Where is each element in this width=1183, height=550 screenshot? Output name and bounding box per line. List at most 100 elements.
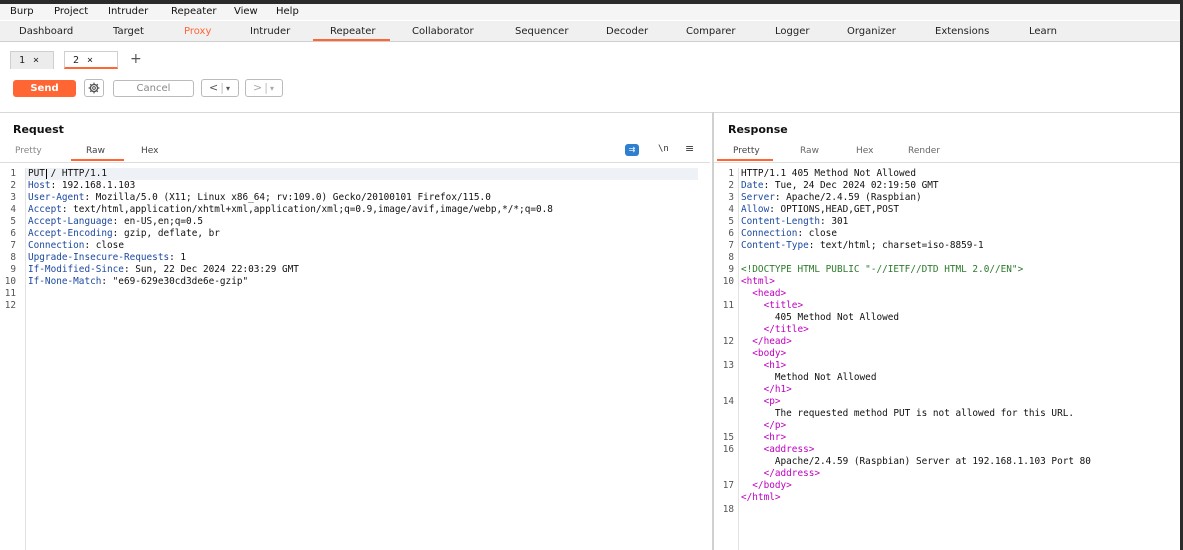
line-number <box>720 456 734 468</box>
line-number: 14 <box>722 396 734 407</box>
html-tag: <h1> <box>741 360 787 371</box>
wrap-icon[interactable]: ⇉ <box>625 144 639 156</box>
close-icon[interactable]: × <box>33 55 39 66</box>
response-text: : Tue, 24 Dec 2024 02:19:50 GMT <box>763 180 939 191</box>
html-tag: <p> <box>741 396 781 407</box>
line-number <box>720 312 734 324</box>
html-tag: <hr> <box>741 432 787 443</box>
menu-burp[interactable]: Burp <box>10 6 34 17</box>
header-name: Server <box>741 192 775 203</box>
response-line: HTTP/1.1 405 Method Not Allowed <box>741 168 916 180</box>
response-line: <p> <box>741 396 781 408</box>
line-number <box>720 324 734 336</box>
gear-icon[interactable] <box>84 79 104 97</box>
tab-logger[interactable]: Logger <box>775 26 809 37</box>
tab-organizer[interactable]: Organizer <box>847 26 896 37</box>
line-number: 11 <box>4 288 16 299</box>
header-value: : close <box>84 240 124 251</box>
response-line: Content-Length: 301 <box>741 216 848 228</box>
active-tab-indicator <box>313 39 390 41</box>
close-icon[interactable]: × <box>87 55 93 66</box>
send-button[interactable]: Send <box>13 80 76 97</box>
line-number: 3 <box>728 192 734 203</box>
subtab-2[interactable]: 2 × <box>64 51 118 69</box>
response-line: </html> <box>741 492 781 504</box>
response-line: Server: Apache/2.4.59 (Raspbian) <box>741 192 922 204</box>
menu-project[interactable]: Project <box>54 6 88 17</box>
menu-intruder[interactable]: Intruder <box>108 6 148 17</box>
line-number <box>720 288 734 300</box>
subtab-1[interactable]: 1 × <box>10 51 54 69</box>
chevron-down-icon[interactable]: ▾ <box>270 84 274 93</box>
request-line: Accept-Language: en-US,en;q=0.5 <box>28 216 203 228</box>
tab-collaborator[interactable]: Collaborator <box>412 26 474 37</box>
tab-repeater[interactable]: Repeater <box>330 26 375 37</box>
forward-arrow: > <box>253 81 263 94</box>
line-number: 2 <box>728 180 734 191</box>
tab-learn[interactable]: Learn <box>1029 26 1057 37</box>
header-value: : Mozilla/5.0 (X11; Linux x86_64; rv:109… <box>84 192 491 203</box>
response-line: <address> <box>741 444 815 456</box>
tab-comparer[interactable]: Comparer <box>686 26 735 37</box>
cancel-button[interactable]: Cancel <box>113 80 194 97</box>
tab-intruder[interactable]: Intruder <box>250 26 290 37</box>
request-tab-pretty[interactable]: Pretty <box>15 146 42 156</box>
back-button[interactable]: < | ▾ <box>201 79 239 97</box>
header-value: : gzip, deflate, br <box>112 228 220 239</box>
newline-icon[interactable]: \n <box>658 144 669 154</box>
forward-button[interactable]: > | ▾ <box>245 79 283 97</box>
request-tab-hex[interactable]: Hex <box>141 146 158 156</box>
html-tag: </title> <box>741 324 809 335</box>
header-name: If-None-Match <box>28 276 102 287</box>
repeater-subtabs: 1 × 2 × + <box>0 49 1180 73</box>
tab-proxy[interactable]: Proxy <box>184 26 211 37</box>
tab-sequencer[interactable]: Sequencer <box>515 26 568 37</box>
header-value: : "e69-629e30cd3de6e-gzip" <box>101 276 249 287</box>
chevron-down-icon[interactable]: ▾ <box>226 84 230 93</box>
toolbar-divider <box>0 112 1180 113</box>
line-number: 15 <box>722 432 734 443</box>
html-tag: <title> <box>741 300 804 311</box>
menu-help[interactable]: Help <box>276 6 299 17</box>
header-value: PUT / HTTP/1.1 <box>28 168 108 179</box>
line-number: 12 <box>722 336 734 347</box>
header-name: If-Modified-Since <box>28 264 124 275</box>
response-tab-raw[interactable]: Raw <box>800 146 819 156</box>
header-name: Content-Type <box>741 240 809 251</box>
line-number: 3 <box>10 192 16 203</box>
response-line: <html> <box>741 276 775 288</box>
response-line: </address> <box>741 468 820 480</box>
request-line: If-Modified-Since: Sun, 22 Dec 2024 22:0… <box>28 264 299 276</box>
response-tab-render[interactable]: Render <box>908 146 940 156</box>
request-line: Upgrade-Insecure-Requests: 1 <box>28 252 186 264</box>
tab-decoder[interactable]: Decoder <box>606 26 648 37</box>
line-number: 8 <box>728 252 734 263</box>
response-text: <!DOCTYPE HTML PUBLIC "-//IETF//DTD HTML… <box>741 264 1024 275</box>
response-tab-hex[interactable]: Hex <box>856 146 873 156</box>
line-number: 1 <box>10 168 16 179</box>
line-number <box>720 492 734 504</box>
response-line: <hr> <box>741 432 787 444</box>
header-name: Connection <box>741 228 798 239</box>
request-tab-raw[interactable]: Raw <box>86 146 105 156</box>
tool-tabs: Dashboard Target Proxy Intruder Repeater… <box>0 21 1180 42</box>
menu-repeater[interactable]: Repeater <box>171 6 216 17</box>
response-tab-pretty[interactable]: Pretty <box>733 146 760 156</box>
request-line: Accept-Encoding: gzip, deflate, br <box>28 228 220 240</box>
line-number: 6 <box>10 228 16 239</box>
response-line: <!DOCTYPE HTML PUBLIC "-//IETF//DTD HTML… <box>741 264 1023 276</box>
line-number <box>720 372 734 384</box>
line-number: 10 <box>722 276 734 287</box>
tab-target[interactable]: Target <box>113 26 144 37</box>
response-line: </h1> <box>741 384 792 396</box>
tab-dashboard[interactable]: Dashboard <box>19 26 73 37</box>
add-tab-icon[interactable]: + <box>130 51 142 67</box>
menu-view[interactable]: View <box>234 6 258 17</box>
html-tag: <head> <box>741 288 787 299</box>
subtab-label: 2 <box>73 55 80 66</box>
response-line: <h1> <box>741 360 787 372</box>
menu-icon[interactable]: ≡ <box>685 142 694 155</box>
response-text: HTTP/1.1 405 Method Not Allowed <box>741 168 916 179</box>
html-tag: </html> <box>741 492 781 503</box>
tab-extensions[interactable]: Extensions <box>935 26 989 37</box>
